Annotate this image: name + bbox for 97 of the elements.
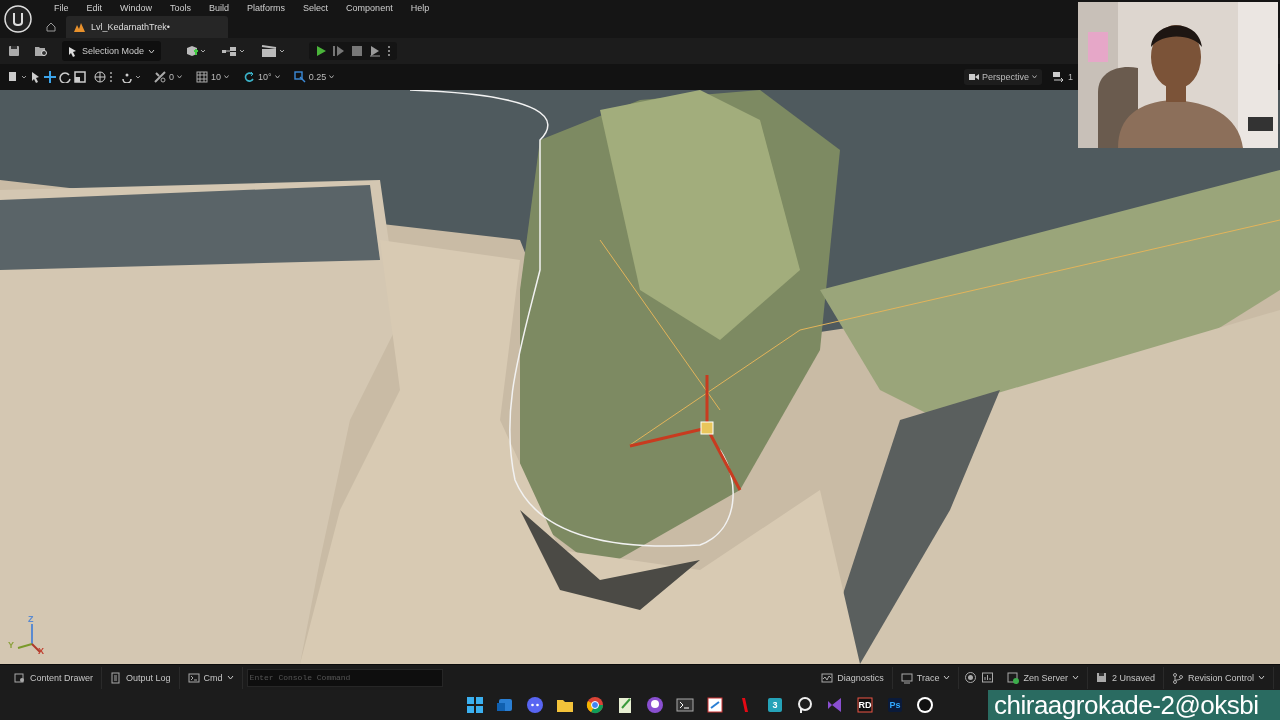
app-icon (616, 696, 634, 714)
chevron-down-icon (1258, 675, 1265, 680)
app-icon (766, 696, 784, 714)
taskbar-app-button[interactable] (914, 694, 936, 716)
axis-label: Z (28, 614, 34, 624)
camera-speed-button[interactable]: 1 (1050, 70, 1076, 84)
menu-item[interactable]: Component (337, 3, 402, 13)
home-icon[interactable] (46, 22, 56, 32)
menu-item[interactable]: Platforms (238, 3, 295, 13)
folder-search-icon[interactable] (34, 45, 48, 57)
scale-snap-icon (293, 71, 306, 83)
globe-icon[interactable] (94, 71, 106, 83)
more-icon[interactable] (109, 71, 113, 83)
cmd-icon (187, 671, 200, 684)
mode-dropdown[interactable]: Selection Mode (62, 41, 162, 61)
app-icon (466, 696, 484, 714)
scale-icon[interactable] (74, 71, 86, 83)
taskbar-app-button[interactable] (584, 694, 606, 716)
app-icon (826, 696, 844, 714)
more-icon[interactable] (387, 45, 392, 57)
app-icon (916, 696, 934, 714)
app-icon (526, 696, 544, 714)
app-icon (496, 696, 514, 714)
camera-speed-icon (1053, 72, 1065, 82)
save-icon[interactable] (8, 45, 20, 57)
camera-icon (968, 73, 979, 81)
menu-item[interactable]: File (45, 3, 78, 13)
drawer-button[interactable]: Content Drawer (6, 666, 103, 689)
taskbar-app-button[interactable]: Ps (884, 694, 906, 716)
menu-item[interactable]: Tools (161, 3, 201, 13)
zen-icon (1007, 671, 1020, 684)
chevron-down-icon (148, 48, 156, 54)
app-icon (796, 696, 814, 714)
drawer-icon (14, 671, 26, 684)
app-icon (856, 696, 874, 714)
chevron-down-icon (1032, 75, 1037, 79)
app-icon (676, 696, 694, 714)
chevron-down-icon (1071, 675, 1079, 680)
move-icon[interactable] (44, 71, 56, 83)
app-icon (586, 696, 604, 714)
rotate-icon[interactable] (59, 71, 71, 83)
menu-item[interactable]: Build (200, 3, 239, 13)
eject-icon[interactable] (369, 45, 382, 57)
app-icon (646, 696, 664, 714)
zen-button[interactable]: Zen Server (999, 666, 1088, 689)
translate-snap-icon (154, 71, 166, 83)
snap-dropdown[interactable]: 0 (151, 69, 185, 85)
diagnostics-button[interactable]: Diagnostics (813, 666, 893, 689)
overlay-caption: chiraagrokade-2@oksbi (993, 690, 1260, 720)
snap-dropdown[interactable]: 10 (193, 69, 233, 85)
menu-item[interactable]: Edit (77, 3, 112, 13)
taskbar-app-button[interactable]: RD (854, 694, 876, 716)
menu-item[interactable]: Select (294, 3, 338, 13)
app-icon (706, 696, 724, 714)
add-cube-icon[interactable] (185, 45, 208, 57)
log-icon (110, 671, 123, 684)
record-icon[interactable] (965, 672, 977, 683)
snap-surface-icon[interactable] (121, 71, 143, 83)
diagnostics-icon (821, 671, 834, 684)
view-mode-dropdown[interactable]: Perspective (963, 69, 1042, 85)
trace-icon (900, 671, 913, 684)
snap-dropdown[interactable]: 10° (240, 69, 283, 85)
console-input[interactable]: Enter Console Command (246, 668, 443, 687)
level-tab[interactable]: Lvl_KedarnathTrek• (66, 16, 228, 38)
taskbar-app-button[interactable] (644, 694, 666, 716)
arrow-cursor-icon[interactable] (31, 71, 41, 83)
stop-icon[interactable] (351, 45, 364, 57)
taskbar-app-button[interactable] (704, 694, 726, 716)
log-button[interactable]: Output Log (102, 666, 180, 689)
app-icon (886, 696, 904, 714)
chevron-down-icon (226, 675, 234, 680)
chevron-down-icon (177, 75, 182, 79)
unsaved-icon (1095, 671, 1108, 684)
revision-button[interactable]: Revision Control (1163, 666, 1274, 689)
engine-logo-icon (4, 5, 32, 33)
screenshot-icon[interactable] (982, 672, 994, 683)
trace-button[interactable]: Trace (892, 666, 960, 689)
grid-snap-icon (196, 71, 208, 83)
rotate-snap-icon (243, 71, 256, 83)
select-mode-icon[interactable] (8, 71, 28, 83)
menu-item[interactable]: Window (111, 3, 162, 13)
menu-item[interactable]: Help (401, 3, 439, 13)
chevron-down-icon (943, 675, 951, 680)
taskbar-app-button[interactable] (524, 694, 546, 716)
snap-dropdown[interactable]: 0.25 (290, 69, 338, 85)
taskbar-app-button[interactable] (464, 694, 486, 716)
cursor-icon (68, 45, 78, 57)
axis-label: Y (8, 640, 14, 650)
axis-label: X (38, 646, 44, 656)
revision-icon (1171, 671, 1184, 684)
chevron-down-icon (329, 75, 335, 79)
step-icon[interactable] (333, 45, 346, 57)
unsaved-button[interactable]: 2 Unsaved (1087, 666, 1164, 689)
chevron-down-icon (274, 75, 280, 79)
cmd-button[interactable]: Cmd (179, 666, 243, 689)
chevron-down-icon (224, 75, 230, 79)
play-icon[interactable] (315, 45, 328, 57)
